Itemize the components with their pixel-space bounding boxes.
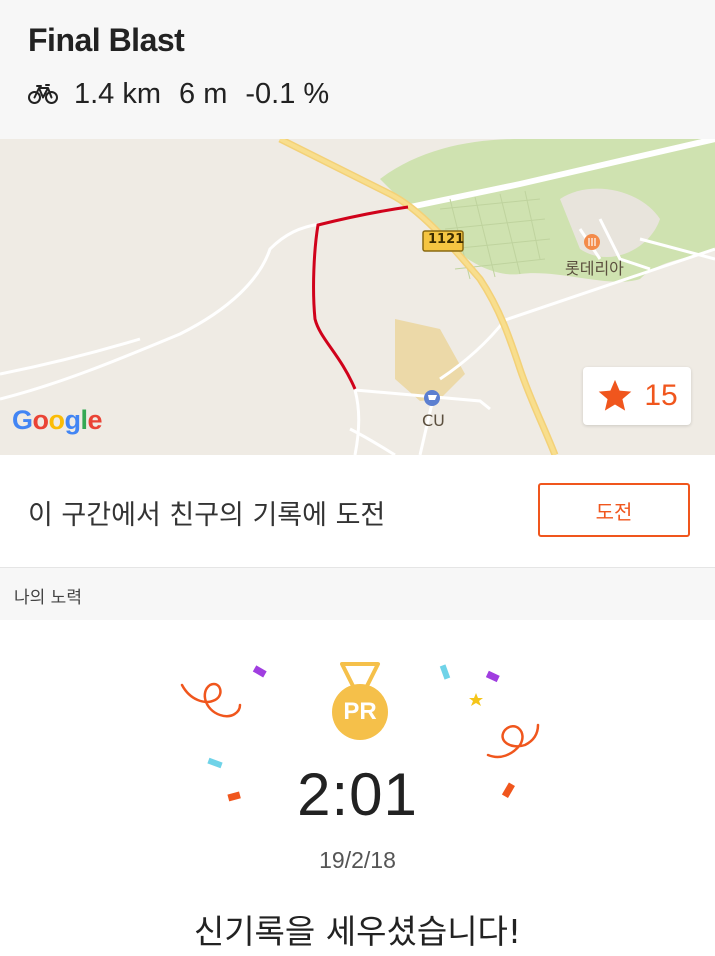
star-count: 15 bbox=[644, 379, 678, 412]
grade-value: -0.1 % bbox=[245, 77, 330, 110]
section-label: 나의 노력 bbox=[14, 588, 82, 608]
pr-congrats-message: 신기록을 세우셨습니다! bbox=[193, 912, 522, 951]
pr-badge-label: PR bbox=[343, 698, 377, 725]
star-icon bbox=[599, 379, 632, 411]
elevation-value: 6 m bbox=[179, 77, 228, 110]
road-shield-label: 1121 bbox=[428, 232, 465, 247]
poi-store-label: CU bbox=[422, 411, 445, 430]
my-effort-section-header: 나의 노력 bbox=[0, 568, 715, 620]
poi-restaurant-label: 롯데리아 bbox=[565, 259, 624, 278]
segment-stats: 1.4 km 6 m -0.1 % bbox=[28, 76, 347, 112]
effort-date: 19/2/18 bbox=[319, 847, 396, 873]
google-attribution-logo: Google bbox=[12, 405, 103, 435]
bike-icon bbox=[28, 84, 58, 104]
shopping-cart-icon bbox=[424, 390, 440, 406]
effort-card: PR 2:01 19/2/18 신기록을 세우셨습니다! bbox=[0, 620, 715, 956]
challenge-text: 이 구간에서 친구의 기록에 도전 bbox=[28, 500, 386, 531]
challenge-row: 이 구간에서 친구의 기록에 도전 도전 bbox=[0, 455, 715, 568]
challenge-button[interactable]: 도전 bbox=[538, 483, 690, 537]
star-segment-button[interactable]: 15 bbox=[583, 367, 691, 425]
distance-value: 1.4 km bbox=[74, 77, 162, 110]
restaurant-pin-icon bbox=[584, 234, 600, 250]
segment-title: Final Blast bbox=[28, 22, 185, 58]
effort-time: 2:01 bbox=[297, 761, 418, 828]
segment-header: Final Blast 1.4 km 6 m -0.1 % bbox=[0, 0, 715, 139]
